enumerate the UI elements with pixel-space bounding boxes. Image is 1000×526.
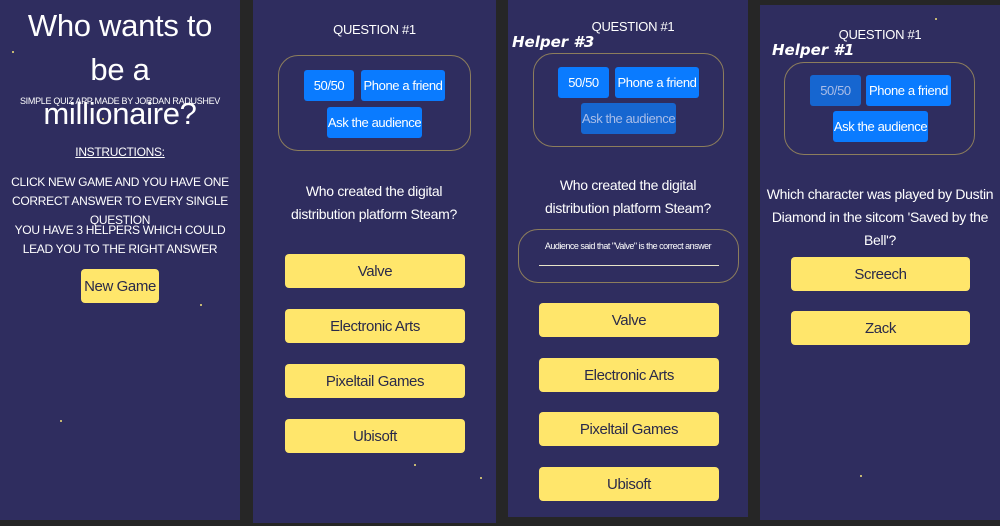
star: [480, 477, 482, 479]
new-game-button[interactable]: New Game: [81, 269, 159, 303]
answer-button[interactable]: Pixeltail Games: [539, 412, 719, 446]
ask-audience-button-used[interactable]: Ask the audience: [581, 103, 676, 134]
answer-button[interactable]: Ubisoft: [285, 419, 465, 453]
app-subtitle: SIMPLE QUIZ APP MADE BY JORDAN RADUSHEV: [19, 96, 221, 106]
audience-result-box: [518, 229, 739, 283]
question-label: QUESTION #1: [333, 22, 416, 37]
audience-helper-screen: Helper #3 QUESTION #1 50/50 Phone a frie…: [508, 0, 748, 517]
phone-a-friend-button[interactable]: Phone a friend: [615, 67, 699, 98]
question-label: QUESTION #1: [838, 27, 922, 42]
audience-result-divider: [539, 265, 719, 266]
star: [414, 464, 416, 466]
fifty-fifty-button[interactable]: 50/50: [558, 67, 609, 98]
instructions-heading: INSTRUCTIONS:: [75, 145, 165, 159]
star: [60, 420, 62, 422]
answer-button[interactable]: Electronic Arts: [285, 309, 465, 343]
app-title: Who wants to be a millionaire?: [27, 8, 213, 131]
star: [860, 475, 862, 477]
answer-button[interactable]: Zack: [791, 311, 970, 345]
instruction-text: YOU HAVE 3 HELPERS WHICH COULD LEAD YOU …: [14, 223, 226, 256]
star: [200, 304, 202, 306]
question-text: Which character was played by Dustin Dia…: [766, 186, 994, 248]
fifty-fifty-helper-screen: Helper #1 QUESTION #1 50/50 Phone a frie…: [760, 5, 1000, 520]
answer-button[interactable]: Pixeltail Games: [285, 364, 465, 398]
fifty-fifty-button[interactable]: 50/50: [304, 70, 354, 101]
answer-button[interactable]: Screech: [791, 257, 970, 291]
answer-button[interactable]: Ubisoft: [539, 467, 719, 501]
helper-label: Helper #3: [512, 33, 595, 51]
helper-label: Helper #1: [772, 41, 855, 59]
question-text: Who created the digital distribution pla…: [291, 183, 457, 222]
star: [102, 118, 104, 120]
star: [935, 18, 937, 20]
audience-result-text: Audience said that "Valve" is the correc…: [544, 241, 712, 251]
start-screen: Who wants to be a millionaire? SIMPLE QU…: [0, 0, 240, 520]
answer-button[interactable]: Electronic Arts: [539, 358, 719, 392]
question-label: QUESTION #1: [591, 19, 675, 34]
phone-a-friend-button[interactable]: Phone a friend: [866, 75, 951, 106]
fifty-fifty-button-used[interactable]: 50/50: [810, 75, 861, 106]
phone-a-friend-button[interactable]: Phone a friend: [361, 70, 445, 101]
answer-button[interactable]: Valve: [539, 303, 719, 337]
answer-button[interactable]: Valve: [285, 254, 465, 288]
question-text: Who created the digital distribution pla…: [545, 177, 711, 216]
ask-audience-button[interactable]: Ask the audience: [327, 107, 422, 138]
star: [12, 51, 14, 53]
question-screen: QUESTION #1 50/50 Phone a friend Ask the…: [253, 0, 496, 523]
ask-audience-button[interactable]: Ask the audience: [833, 111, 928, 142]
